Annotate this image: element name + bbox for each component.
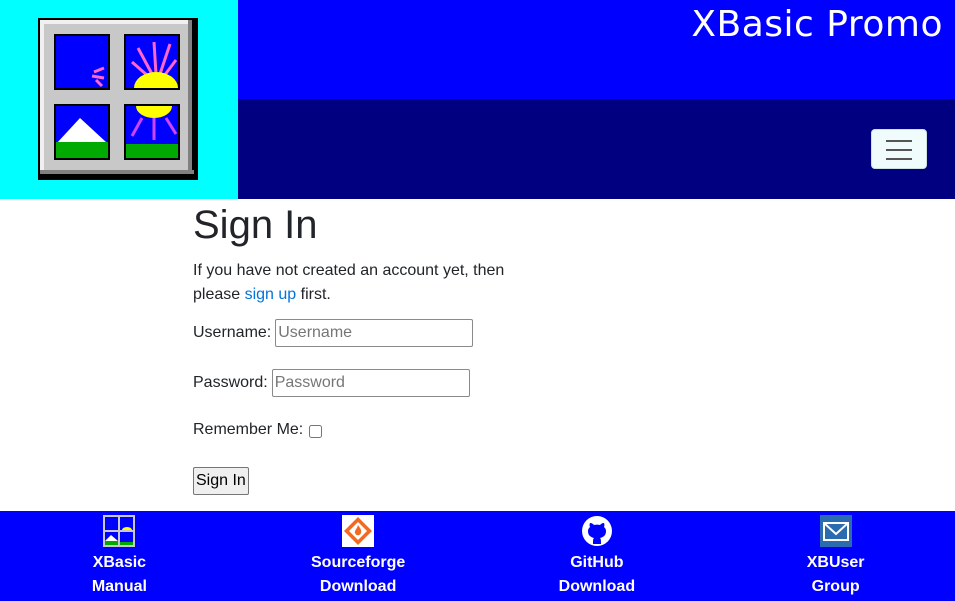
footer-link-line1: XBUser [806, 554, 865, 571]
username-label: Username: [193, 324, 272, 341]
github-icon [581, 516, 612, 546]
title-bar: XBasic Promo [238, 0, 955, 99]
signin-button[interactable]: Sign In [193, 467, 249, 495]
logo-area [0, 0, 238, 199]
footer-link-line2: Group [811, 578, 860, 595]
username-row: Username: [193, 319, 474, 347]
remember-label: Remember Me: [193, 421, 304, 438]
footer-link-line2: Manual [91, 578, 147, 595]
footer-link-xbasic-manual[interactable]: XBasic Manual [0, 511, 239, 601]
footer-link-github[interactable]: GitHub Download [478, 511, 717, 601]
footer-link-line1: XBasic [92, 554, 147, 571]
footer-link-xbuser-group[interactable]: XBUser Group [716, 511, 955, 601]
footer-link-line1: GitHub [570, 554, 624, 571]
remember-checkbox[interactable] [309, 424, 323, 438]
remember-row: Remember Me: [193, 421, 323, 439]
intro-text-after: first. [296, 286, 331, 303]
footer: XBasic Manual Sourceforge Download GitHu… [0, 511, 955, 601]
username-input[interactable] [275, 319, 474, 347]
hamburger-icon [886, 140, 912, 160]
signup-link[interactable]: sign up [245, 286, 297, 303]
intro-text-before: If you have not created an account yet, … [193, 262, 505, 303]
password-label: Password: [193, 374, 268, 391]
footer-link-line2: Download [319, 578, 397, 595]
footer-link-line1: Sourceforge [311, 554, 406, 571]
signup-prompt: If you have not created an account yet, … [193, 259, 523, 307]
password-input[interactable] [271, 369, 470, 397]
site-title: XBasic Promo [691, 4, 943, 45]
footer-link-sourceforge[interactable]: Sourceforge Download [239, 511, 478, 601]
signin-section: Sign In If you have not created an accou… [193, 199, 523, 495]
xbasic-manual-icon [103, 515, 136, 547]
footer-link-line2: Download [558, 578, 636, 595]
xbasic-logo-icon[interactable] [38, 18, 198, 180]
navigation-bar [238, 99, 955, 199]
password-row: Password: [193, 369, 470, 397]
menu-toggle-button[interactable] [871, 129, 927, 169]
sourceforge-icon [342, 515, 375, 547]
page-title: Sign In [193, 203, 318, 247]
mail-icon [819, 515, 852, 547]
